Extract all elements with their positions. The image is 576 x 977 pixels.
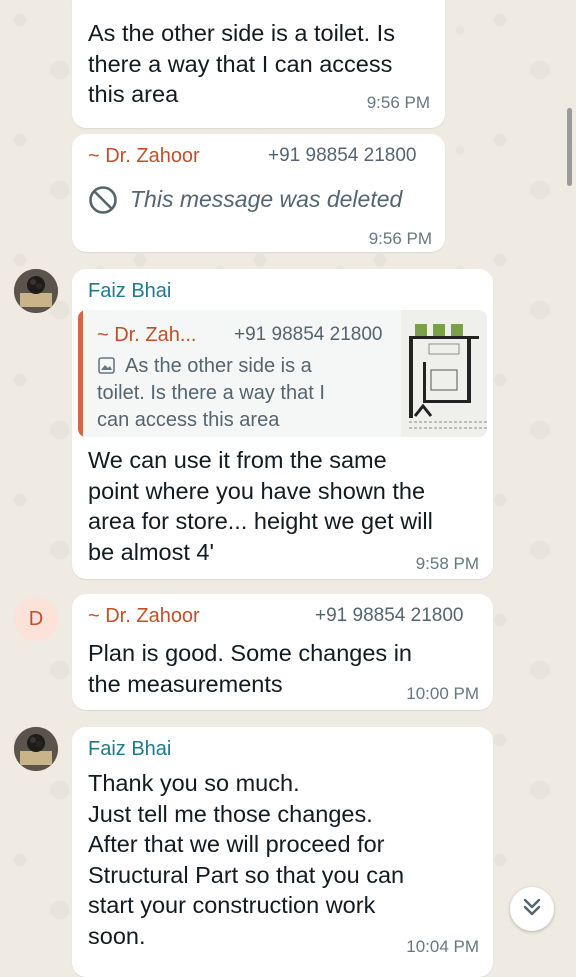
quote-accent-bar [78, 310, 83, 437]
message-time: 9:56 PM [366, 93, 430, 112]
sender-name[interactable]: ~ Dr. Zahoor [88, 145, 200, 168]
message-time: 9:56 PM [368, 229, 432, 248]
message-time: 9:58 PM [415, 554, 479, 573]
message-time: 10:00 PM [406, 684, 479, 703]
message-time: 10:04 PM [406, 937, 479, 956]
sender-phone: +91 98854 21800 [268, 145, 417, 166]
double-chevron-down-icon [521, 896, 543, 923]
avatar[interactable] [14, 269, 58, 313]
message-bubble[interactable]: ~ Dr. Zahoor +91 98854 21800 This messag… [72, 134, 445, 252]
message-bubble[interactable]: As the other side is a toilet. Is there … [72, 0, 445, 128]
avatar[interactable] [14, 727, 58, 771]
quoted-message[interactable]: ~ Dr. Zah... +91 98854 21800 As the othe… [78, 310, 487, 437]
sender-name[interactable]: ~ Dr. Zahoor [88, 605, 200, 628]
deleted-message-text: This message was deleted [130, 186, 403, 212]
message-text: Thank you so much. Just tell me those ch… [88, 770, 405, 949]
prohibited-icon [88, 185, 118, 215]
sender-phone: +91 98854 21800 [315, 605, 464, 626]
sender-name[interactable]: Faiz Bhai [88, 738, 171, 761]
scrollbar[interactable] [567, 108, 572, 186]
avatar[interactable]: D [14, 597, 58, 641]
quote-sender-name: ~ Dr. Zah... [97, 324, 197, 346]
message-bubble[interactable]: ~ Dr. Zahoor +91 98854 21800 Plan is goo… [72, 594, 493, 710]
quote-sender-phone: +91 98854 21800 [234, 324, 383, 345]
quote-text: As the other side is a toilet. Is there … [97, 355, 325, 431]
sender-name[interactable]: Faiz Bhai [88, 280, 171, 303]
message-text: We can use it from the same point where … [88, 447, 433, 565]
scroll-to-bottom-button[interactable] [510, 887, 554, 931]
message-bubble[interactable]: Faiz Bhai Thank you so much. Just tell m… [72, 727, 493, 977]
message-bubble[interactable]: Faiz Bhai ~ Dr. Zah... +91 98854 21800 A… [72, 269, 493, 579]
quote-thumbnail [401, 310, 487, 437]
